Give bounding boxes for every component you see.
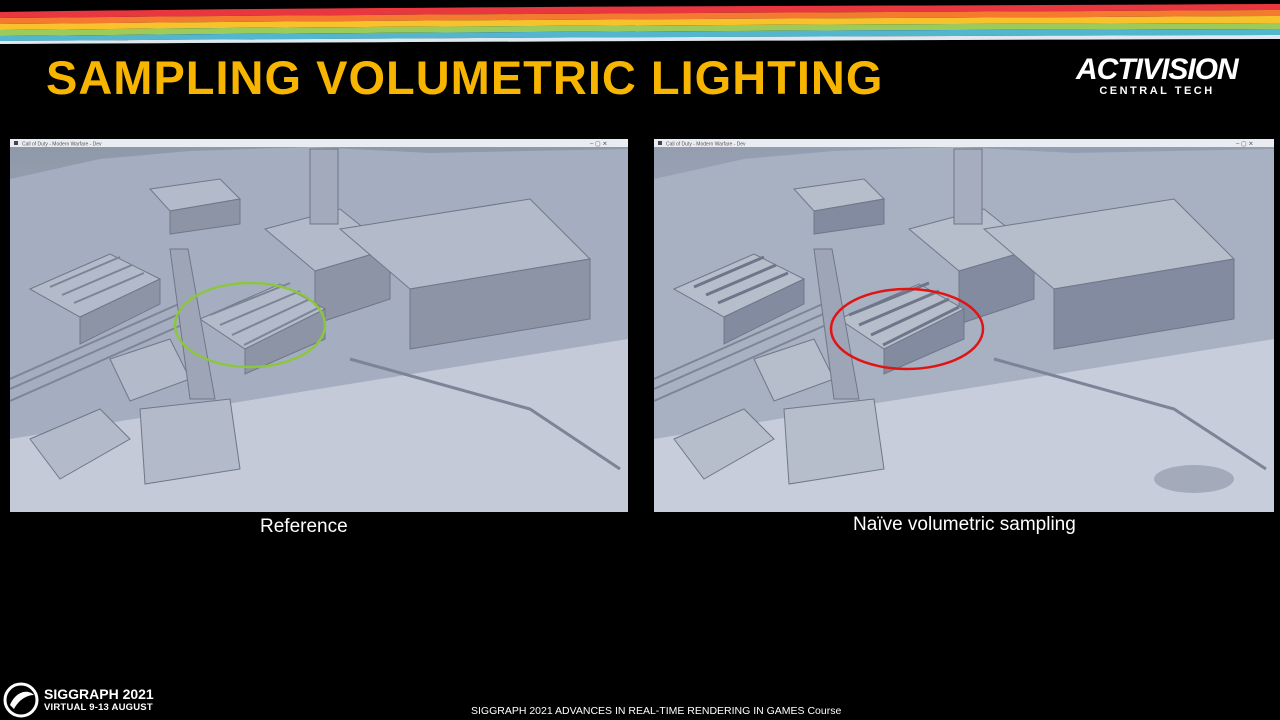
- svg-text:– ▢ ✕: – ▢ ✕: [1236, 142, 1253, 148]
- naive-sampling-screenshot: Call of Duty - Modern Warfare - Dev – ▢ …: [654, 139, 1274, 512]
- activision-logo: ACTIVISION CENTRAL TECH: [1076, 53, 1239, 98]
- course-footer: SIGGRAPH 2021 ADVANCES IN REAL-TIME REND…: [471, 705, 842, 717]
- activision-logo-wordmark: ACTIVISION: [1076, 53, 1239, 86]
- reference-caption: Reference: [260, 516, 348, 537]
- rainbow-header-stripes: [0, 4, 1280, 44]
- siggraph-dates: VIRTUAL 9-13 AUGUST: [44, 702, 153, 713]
- slide-title: SAMPLING VOLUMETRIC LIGHTING: [46, 51, 884, 104]
- naive-sampling-caption: Naïve volumetric sampling: [853, 514, 1076, 535]
- reference-screenshot: Call of Duty - Modern Warfare - Dev – ▢ …: [10, 139, 628, 512]
- svg-text:Call of Duty - Modern Warfare: Call of Duty - Modern Warfare - Dev: [22, 142, 102, 148]
- svg-text:Call of Duty - Modern Warfare: Call of Duty - Modern Warfare - Dev: [666, 142, 746, 148]
- activision-logo-subtitle: CENTRAL TECH: [1099, 85, 1215, 97]
- svg-text:– ▢ ✕: – ▢ ✕: [590, 142, 607, 148]
- siggraph-name: SIGGRAPH 2021: [44, 686, 154, 702]
